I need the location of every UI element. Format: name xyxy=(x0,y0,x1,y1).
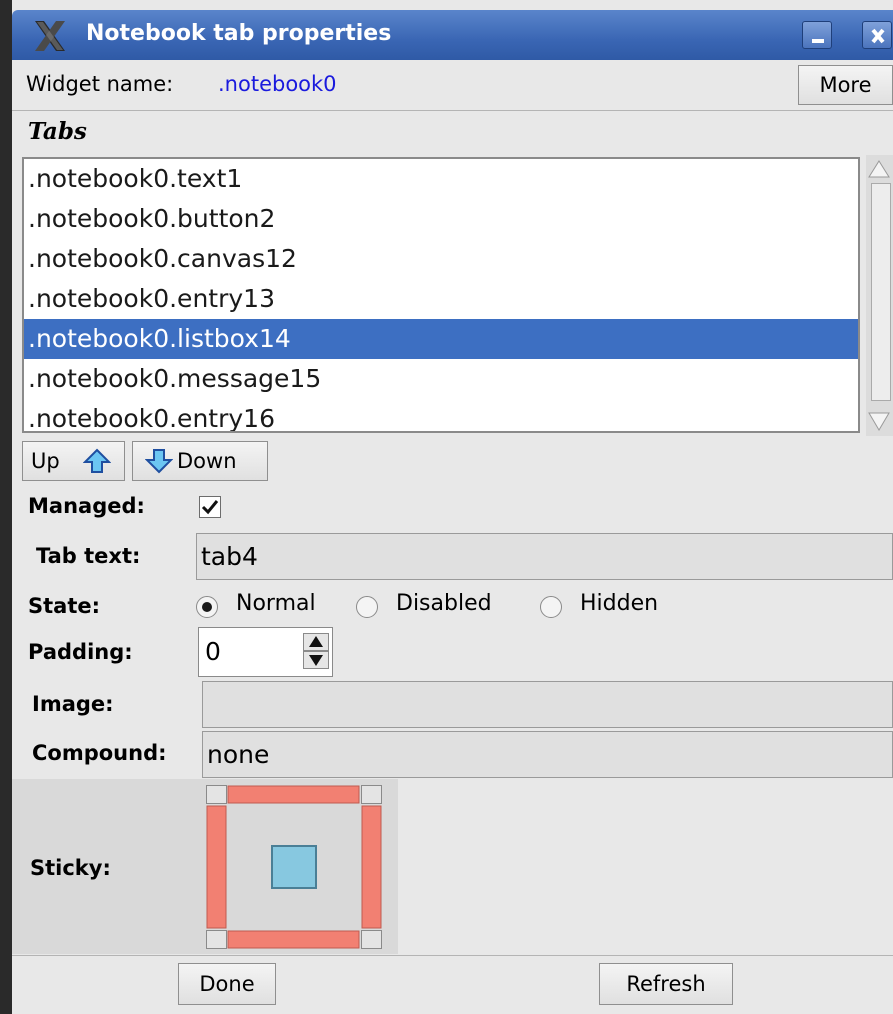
arrow-down-icon xyxy=(145,449,173,474)
arrow-up-icon xyxy=(83,448,111,473)
compound-label: Compound: xyxy=(32,741,167,765)
sticky-selector[interactable] xyxy=(206,785,382,949)
minimize-button[interactable] xyxy=(802,21,832,49)
widget-name-label: Widget name: xyxy=(26,72,174,96)
state-disabled-label[interactable]: Disabled xyxy=(396,591,492,616)
tab-text-field[interactable]: tab4 xyxy=(196,533,893,580)
sticky-center xyxy=(271,845,317,889)
x-window-icon xyxy=(35,21,65,51)
sticky-corner-nw xyxy=(206,785,227,804)
image-label: Image: xyxy=(32,692,114,716)
tabs-listbox[interactable]: .notebook0.text1 .notebook0.button2 .not… xyxy=(22,157,860,433)
checkmark-icon xyxy=(201,500,219,515)
tabs-scrollbar[interactable] xyxy=(866,155,893,436)
window-left-border xyxy=(0,0,12,1014)
widget-name-value: .notebook0 xyxy=(218,72,337,96)
sticky-label: Sticky: xyxy=(30,856,111,880)
dialog-window: Notebook tab properties Widget name: .no… xyxy=(0,0,893,1014)
sticky-corner-sw xyxy=(206,930,227,949)
widget-name-row: Widget name: .notebook0 More xyxy=(12,60,893,111)
move-up-button[interactable]: Up xyxy=(22,441,125,481)
list-item[interactable]: .notebook0.text1 xyxy=(24,159,858,199)
minimize-icon xyxy=(812,39,824,43)
managed-checkbox[interactable] xyxy=(199,496,221,518)
sticky-south xyxy=(227,930,360,949)
managed-label: Managed: xyxy=(28,494,145,518)
up-button-label: Up xyxy=(31,449,60,473)
scroll-thumb[interactable] xyxy=(871,183,891,401)
list-item[interactable]: .notebook0.entry13 xyxy=(24,279,858,319)
state-hidden-radio[interactable] xyxy=(540,596,562,618)
tabs-heading: Tabs xyxy=(28,118,87,145)
sticky-corner-se xyxy=(361,930,382,949)
down-button-label: Down xyxy=(177,449,237,473)
move-down-button[interactable]: Down xyxy=(132,441,268,481)
image-field[interactable] xyxy=(202,681,893,728)
tab-text-label: Tab text: xyxy=(36,544,141,568)
sticky-corner-ne xyxy=(361,785,382,804)
state-normal-label[interactable]: Normal xyxy=(236,591,316,616)
list-item[interactable]: .notebook0.canvas12 xyxy=(24,239,858,279)
close-icon xyxy=(871,28,885,44)
refresh-button[interactable]: Refresh xyxy=(599,963,733,1005)
list-item[interactable]: .notebook0.entry16 xyxy=(24,399,858,431)
radio-selected-dot xyxy=(202,602,212,612)
padding-label: Padding: xyxy=(28,640,133,664)
close-button[interactable] xyxy=(862,21,892,49)
scroll-up-arrow-icon[interactable] xyxy=(866,157,893,181)
spin-up-icon[interactable] xyxy=(303,633,329,651)
scroll-down-arrow-icon[interactable] xyxy=(866,408,893,434)
bottom-button-bar xyxy=(12,955,893,1014)
title-bar[interactable]: Notebook tab properties xyxy=(12,10,893,60)
sticky-east xyxy=(361,805,382,929)
list-item[interactable]: .notebook0.button2 xyxy=(24,199,858,239)
sticky-north xyxy=(227,785,360,804)
state-label: State: xyxy=(28,594,101,618)
list-item[interactable]: .notebook0.message15 xyxy=(24,359,858,399)
state-hidden-label[interactable]: Hidden xyxy=(580,591,658,616)
more-button[interactable]: More xyxy=(798,65,893,105)
list-item-selected[interactable]: .notebook0.listbox14 xyxy=(24,319,858,359)
done-button[interactable]: Done xyxy=(178,963,276,1005)
spin-down-icon[interactable] xyxy=(303,651,329,669)
sticky-west xyxy=(206,805,227,929)
window-title: Notebook tab properties xyxy=(86,21,392,46)
state-disabled-radio[interactable] xyxy=(356,596,378,618)
compound-field[interactable]: none xyxy=(202,731,893,778)
